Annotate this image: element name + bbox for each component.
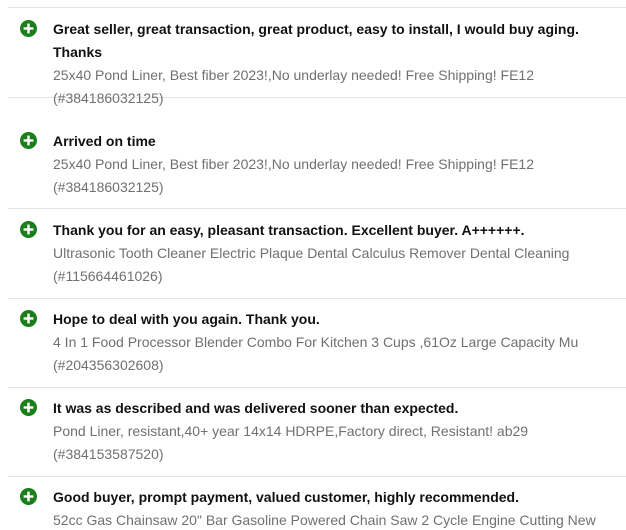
feedback-comment: Arrived on time <box>53 133 156 149</box>
feedback-item: Hope to deal with you again. Thank you. … <box>8 298 626 388</box>
feedback-item: Arrived on time 25x40 Pond Liner, Best f… <box>8 120 626 209</box>
feedback-product: 25x40 Pond Liner, Best fiber 2023!,No un… <box>53 64 612 110</box>
positive-plus-icon <box>20 488 37 505</box>
positive-plus-icon <box>20 132 37 149</box>
item-number: (#384186032125) <box>53 179 164 195</box>
feedback-product: 52cc Gas Chainsaw 20" Bar Gasoline Power… <box>53 509 612 530</box>
feedback-product: Ultrasonic Tooth Cleaner Electric Plaque… <box>53 242 612 288</box>
feedback-item: Good buyer, prompt payment, valued custo… <box>8 476 626 530</box>
item-number: (#204356302608) <box>53 357 164 373</box>
item-number: (#384186032125) <box>53 90 164 106</box>
feedback-product: 4 In 1 Food Processor Blender Combo For … <box>53 331 612 377</box>
feedback-item: It was as described and was delivered so… <box>8 387 626 477</box>
product-title[interactable]: Ultrasonic Tooth Cleaner Electric Plaque… <box>53 242 612 265</box>
feedback-comment: Great seller, great transaction, great p… <box>53 21 579 60</box>
product-title[interactable]: 52cc Gas Chainsaw 20" Bar Gasoline Power… <box>53 509 612 530</box>
item-number: (#115664461026) <box>53 268 163 284</box>
feedback-product: 25x40 Pond Liner, Best fiber 2023!,No un… <box>53 153 612 199</box>
product-title[interactable]: Pond Liner, resistant,40+ year 14x14 HDR… <box>53 420 612 443</box>
positive-plus-icon <box>20 20 37 37</box>
feedback-comment: Hope to deal with you again. Thank you. <box>53 311 320 327</box>
product-title[interactable]: 4 In 1 Food Processor Blender Combo For … <box>53 331 612 354</box>
feedback-item: Great seller, great transaction, great p… <box>8 8 626 106</box>
product-title[interactable]: 25x40 Pond Liner, Best fiber 2023!,No un… <box>53 64 612 87</box>
feedback-comment: Thank you for an easy, pleasant transact… <box>53 222 525 238</box>
feedback-comment: Good buyer, prompt payment, valued custo… <box>53 489 519 505</box>
feedback-item: Thank you for an easy, pleasant transact… <box>8 209 626 299</box>
product-title[interactable]: 25x40 Pond Liner, Best fiber 2023!,No un… <box>53 153 612 176</box>
feedback-list: Great seller, great transaction, great p… <box>0 0 626 530</box>
positive-plus-icon <box>20 310 37 327</box>
feedback-product: Pond Liner, resistant,40+ year 14x14 HDR… <box>53 420 612 466</box>
positive-plus-icon <box>20 221 37 238</box>
positive-plus-icon <box>20 399 37 416</box>
feedback-comment: It was as described and was delivered so… <box>53 400 459 416</box>
item-number: (#384153587520) <box>53 446 164 462</box>
